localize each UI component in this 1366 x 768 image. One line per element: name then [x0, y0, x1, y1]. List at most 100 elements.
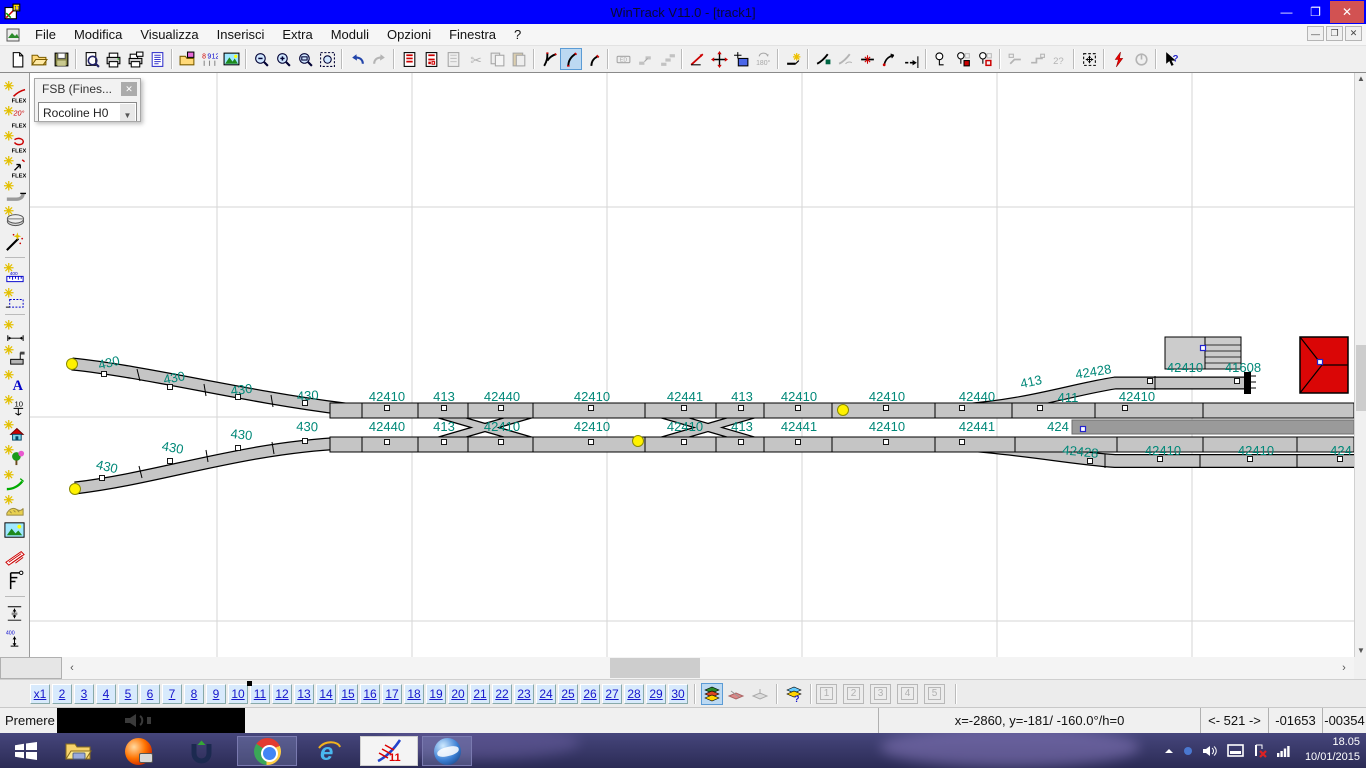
page-button-20[interactable]: 20	[448, 684, 468, 704]
sidebar-tool-measure-width[interactable]	[2, 318, 28, 343]
rotate-by-angle-button[interactable]	[686, 48, 708, 70]
direction-arrow-button[interactable]	[900, 48, 922, 70]
scroll-left-arrow[interactable]: ‹	[62, 657, 82, 679]
tray-app-icon[interactable]	[1183, 746, 1193, 756]
utility-app-button[interactable]	[183, 736, 219, 766]
sidebar-tool-flex-track[interactable]: FLEX	[2, 79, 28, 104]
sidebar-tool-flex-track-20[interactable]: 20°FLEX	[2, 104, 28, 129]
cut-button[interactable]: ✂	[464, 48, 486, 70]
sidebar-tool-picture[interactable]	[2, 518, 28, 543]
sidebar-tool-signal-mast[interactable]	[2, 568, 28, 593]
page-button-21[interactable]: 21	[470, 684, 490, 704]
selection-handle[interactable]	[1318, 360, 1323, 365]
vertical-scroll-thumb[interactable]	[1356, 345, 1366, 411]
page-button-4[interactable]: 4	[96, 684, 116, 704]
volume-icon[interactable]	[1202, 744, 1218, 758]
zoom-fit-button[interactable]	[316, 48, 338, 70]
power-circle-button[interactable]	[1130, 48, 1152, 70]
combobox-dropdown-icon[interactable]: ▼	[120, 104, 135, 122]
sidebar-tool-height-ruler[interactable]: 400	[2, 625, 28, 650]
page-button-26[interactable]: 26	[580, 684, 600, 704]
remove-device-icon[interactable]	[1253, 744, 1268, 758]
page-button-12[interactable]: 12	[272, 684, 292, 704]
sidebar-tool-dimensioning[interactable]: 10	[2, 393, 28, 418]
delete-part-button[interactable]	[442, 48, 464, 70]
sidebar-tool-track-end-piece[interactable]	[2, 179, 28, 204]
zoom-in-button[interactable]	[272, 48, 294, 70]
sidebar-tool-terrain[interactable]	[2, 493, 28, 518]
layers-all-button[interactable]	[701, 683, 723, 705]
minimize-button[interactable]: —	[1272, 1, 1301, 23]
center-selection-button[interactable]	[1078, 48, 1100, 70]
turnout-tool-button[interactable]	[538, 48, 560, 70]
fsb-panel[interactable]: FSB (Fines... ✕ Rocoline H0 ▼	[34, 78, 141, 122]
paste-button[interactable]	[508, 48, 530, 70]
menu-item-help[interactable]: ?	[505, 25, 530, 44]
start-button[interactable]	[8, 736, 44, 766]
rotate-180-button[interactable]: 180°	[752, 48, 774, 70]
track-layout[interactable]	[72, 364, 1354, 488]
wintrack-button[interactable]: 11	[360, 736, 418, 766]
group-tool-1-button[interactable]	[1004, 48, 1026, 70]
menu-item-file[interactable]: File	[26, 25, 65, 44]
group-tool-2-button[interactable]	[1026, 48, 1048, 70]
page-button-3[interactable]: 3	[74, 684, 94, 704]
page-button-22[interactable]: 22	[492, 684, 512, 704]
page-button-28[interactable]: 28	[624, 684, 644, 704]
layer-help-button[interactable]: ?	[783, 683, 805, 705]
track-library-combobox[interactable]: Rocoline H0 ▼	[38, 102, 137, 122]
track-endpoint-dot[interactable]	[67, 359, 78, 370]
electric-connection-button[interactable]	[1108, 48, 1130, 70]
taskbar-clock[interactable]: 18.05 10/01/2015	[1305, 735, 1360, 765]
file-explorer-button[interactable]	[60, 736, 96, 766]
vertical-scrollbar[interactable]: ▲ ▼	[1354, 73, 1366, 657]
flex-curve-tool-button[interactable]	[582, 48, 604, 70]
selection-handle[interactable]	[1081, 427, 1086, 432]
group-tool-3-button[interactable]: 2?	[1048, 48, 1070, 70]
scroll-right-arrow[interactable]: ›	[1334, 657, 1354, 679]
sidebar-tool-gradient-ramp[interactable]	[2, 543, 28, 568]
context-help-button[interactable]: ?	[1160, 48, 1182, 70]
copy-button[interactable]	[486, 48, 508, 70]
page-button-6[interactable]: 6	[140, 684, 160, 704]
page-button-16[interactable]: 16	[360, 684, 380, 704]
google-earth-button[interactable]	[422, 736, 472, 766]
page-button-14[interactable]: 14	[316, 684, 336, 704]
fsb-close-button[interactable]: ✕	[121, 82, 137, 96]
sidebar-tool-house[interactable]	[2, 418, 28, 443]
zoom-window-button[interactable]	[294, 48, 316, 70]
horizontal-scrollbar[interactable]: ‹ ›	[62, 657, 1354, 679]
open-file-button[interactable]	[28, 48, 50, 70]
move-part-button[interactable]	[634, 48, 656, 70]
export-image-button[interactable]	[176, 48, 198, 70]
internet-explorer-button[interactable]: e	[311, 736, 347, 766]
page-button-19[interactable]: 19	[426, 684, 446, 704]
signal-red-outline-button[interactable]	[974, 48, 996, 70]
mdi-close-button[interactable]: ✕	[1345, 26, 1362, 41]
report-list-2-button[interactable]	[420, 48, 442, 70]
page-button-1[interactable]: x1	[30, 684, 50, 704]
selected-flex-track[interactable]	[1072, 420, 1354, 434]
print-preview-button[interactable]	[80, 48, 102, 70]
menu-item-extra[interactable]: Extra	[273, 25, 321, 44]
properties-button[interactable]: ED	[612, 48, 634, 70]
join-track-button[interactable]	[834, 48, 856, 70]
mdi-restore-button[interactable]: ❐	[1326, 26, 1343, 41]
curve-direction-button[interactable]	[878, 48, 900, 70]
page-button-13[interactable]: 13	[294, 684, 314, 704]
layer-flat-button[interactable]	[749, 683, 771, 705]
page-button-24[interactable]: 24	[536, 684, 556, 704]
page-button-15[interactable]: 15	[338, 684, 358, 704]
curve-tool-button[interactable]	[560, 48, 582, 70]
signal-plain-button[interactable]	[930, 48, 952, 70]
undo-button[interactable]	[346, 48, 368, 70]
page-button-17[interactable]: 17	[382, 684, 402, 704]
cross-marker-button[interactable]	[856, 48, 878, 70]
print-pages-button[interactable]	[124, 48, 146, 70]
menu-item-visualizza[interactable]: Visualizza	[131, 25, 207, 44]
print-button[interactable]	[102, 48, 124, 70]
horizontal-scroll-thumb[interactable]	[610, 658, 700, 678]
page-button-27[interactable]: 27	[602, 684, 622, 704]
page-button-30[interactable]: 30	[668, 684, 688, 704]
background-image-button[interactable]	[220, 48, 242, 70]
